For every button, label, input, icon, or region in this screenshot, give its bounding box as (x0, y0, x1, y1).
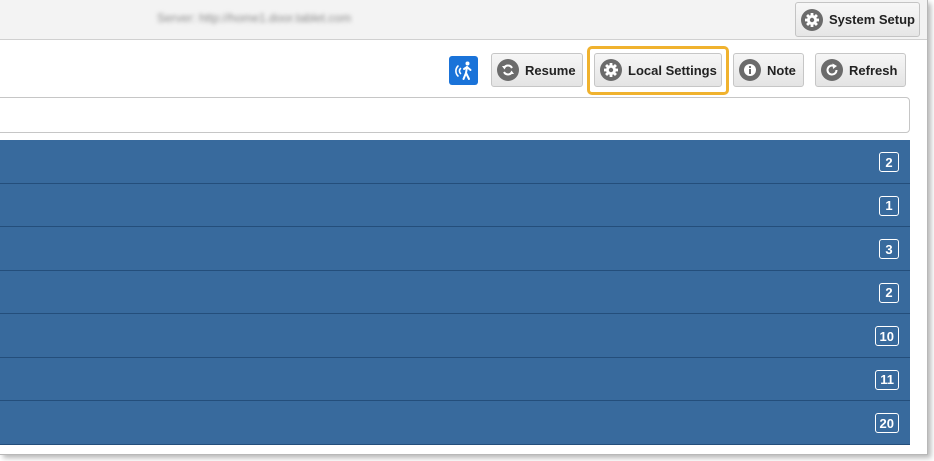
system-setup-label: System Setup (829, 12, 915, 27)
server-address: Server: http://home1.door.tablet.com (157, 11, 352, 25)
refresh-icon (821, 59, 843, 81)
gear-icon (801, 8, 823, 31)
count-badge: 2 (879, 282, 899, 303)
system-setup-button[interactable]: System Setup (795, 2, 920, 37)
count-badge: 11 (875, 369, 899, 390)
info-icon (739, 59, 761, 81)
count-badge: 10 (874, 326, 899, 346)
list-item[interactable]: 20 (0, 401, 910, 445)
resume-label: Resume (525, 62, 576, 78)
local-settings-highlight (587, 46, 729, 95)
refresh-button[interactable]: Refresh (815, 53, 906, 87)
item-list: 2 1 3 2 10 11 20 (0, 140, 910, 445)
refresh-label: Refresh (849, 62, 898, 78)
list-item[interactable]: 2 (0, 140, 910, 184)
count-badge: 20 (874, 413, 899, 433)
list-item[interactable]: 1 (0, 183, 910, 227)
note-label: Note (767, 62, 796, 78)
list-item[interactable]: 3 (0, 227, 910, 271)
search-input[interactable] (0, 97, 910, 133)
count-badge: 3 (879, 239, 899, 259)
resume-button[interactable]: Resume (491, 53, 583, 87)
list-item[interactable]: 11 (0, 357, 910, 401)
resume-icon (497, 59, 519, 81)
top-bar: Server: http://home1.door.tablet.com Sys… (0, 0, 927, 40)
list-item[interactable]: 2 (0, 270, 910, 314)
accessibility-icon[interactable] (449, 56, 478, 85)
note-button[interactable]: Note (733, 53, 804, 87)
list-item[interactable]: 10 (0, 314, 910, 358)
count-badge: 1 (879, 195, 899, 216)
app-window: Server: http://home1.door.tablet.com Sys… (0, 0, 928, 455)
count-badge: 2 (879, 152, 899, 172)
